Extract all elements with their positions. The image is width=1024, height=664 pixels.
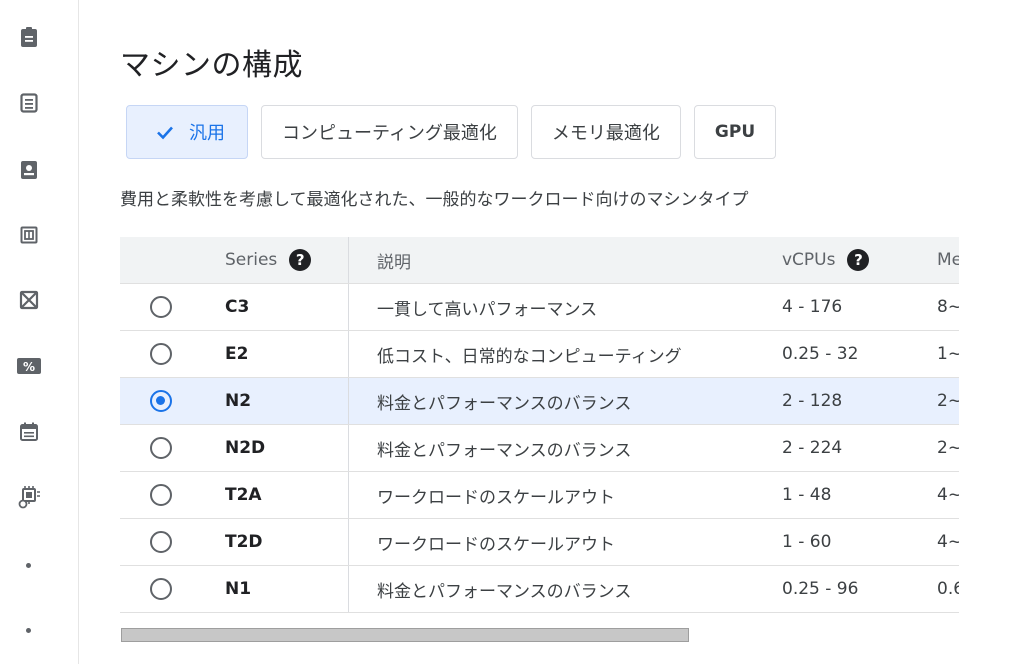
series-description: 低コスト、日常的なコンピューティング [377, 346, 682, 367]
radio-button[interactable] [150, 531, 172, 553]
series-memory: 0.6 [937, 579, 959, 599]
machine-series-table: Series ? 説明 vCPUs ? Me C3 一貫して高いパフォーマンス … [120, 237, 959, 619]
check-icon [157, 126, 173, 140]
series-vcpus: 1 - 48 [782, 485, 832, 505]
document-icon[interactable] [14, 23, 44, 53]
horizontal-scrollbar[interactable] [121, 628, 689, 642]
header-description: 説明 [377, 252, 411, 273]
column-divider [348, 519, 349, 565]
calendar-icon[interactable] [14, 417, 44, 447]
header-memory: Me [937, 250, 959, 270]
radio-button-selected[interactable] [150, 390, 172, 412]
chip-general-purpose[interactable]: 汎用 [126, 105, 248, 159]
chip-label: コンピューティング最適化 [282, 123, 497, 144]
series-vcpus: 1 - 60 [782, 532, 832, 552]
series-name: E2 [225, 344, 249, 364]
series-memory: 2~ [937, 438, 959, 458]
column-divider [348, 378, 349, 424]
header-series: Series ? [225, 237, 312, 283]
help-icon[interactable]: ? [289, 249, 312, 271]
radio-button[interactable] [150, 437, 172, 459]
series-name: N2D [225, 438, 266, 458]
column-divider [348, 472, 349, 518]
series-vcpus: 2 - 224 [782, 438, 843, 458]
table-row[interactable]: E2 低コスト、日常的なコンピューティング 0.25 - 32 1~ [120, 331, 959, 378]
page-title: マシンの構成 [120, 48, 303, 83]
table-row[interactable]: N2D 料金とパフォーマンスのバランス 2 - 224 2~ [120, 425, 959, 472]
radio-button[interactable] [150, 343, 172, 365]
series-memory: 8~ [937, 297, 959, 317]
no-image-icon[interactable] [14, 285, 44, 315]
series-memory: 4~ [937, 532, 959, 552]
table-row[interactable]: C3 一貫して高いパフォーマンス 4 - 176 8~ [120, 284, 959, 331]
table-row[interactable]: T2A ワークロードのスケールアウト 1 - 48 4~ [120, 472, 959, 519]
series-memory: 2~ [937, 391, 959, 411]
more-dot-icon[interactable] [26, 563, 31, 568]
series-description: 料金とパフォーマンスのバランス [377, 581, 632, 602]
series-name: T2A [225, 485, 262, 505]
series-description: 料金とパフォーマンスのバランス [377, 440, 632, 461]
series-name: C3 [225, 297, 250, 317]
series-vcpus: 0.25 - 32 [782, 344, 859, 364]
family-description: 費用と柔軟性を考慮して最適化された、一般的なワークロード向けのマシンタイプ [120, 190, 749, 210]
list-document-icon[interactable] [14, 88, 44, 118]
chip-memory-optimized[interactable]: メモリ最適化 [530, 105, 681, 159]
series-vcpus: 4 - 176 [782, 297, 843, 317]
series-vcpus: 2 - 128 [782, 391, 843, 411]
series-name: T2D [225, 532, 263, 552]
badge-icon[interactable] [14, 155, 44, 185]
column-divider [348, 284, 349, 330]
chip-gear-icon[interactable] [14, 482, 44, 512]
column-divider [348, 237, 349, 283]
column-divider [348, 566, 349, 612]
series-description: ワークロードのスケールアウト [377, 534, 615, 555]
series-description: 料金とパフォーマンスのバランス [377, 393, 632, 414]
more-dot-icon[interactable] [26, 628, 31, 633]
series-description: 一貫して高いパフォーマンス [377, 299, 598, 320]
svg-text:%: % [23, 360, 35, 374]
chip-compute-optimized[interactable]: コンピューティング最適化 [261, 105, 518, 159]
series-name: N1 [225, 579, 252, 599]
radio-button[interactable] [150, 296, 172, 318]
series-memory: 4~ [937, 485, 959, 505]
machine-family-chips: 汎用 コンピューティング最適化 メモリ最適化 GPU [126, 105, 777, 159]
percent-tag-icon[interactable]: % [14, 351, 44, 381]
chip-gpu[interactable]: GPU [693, 105, 777, 159]
grid-box-icon[interactable] [14, 220, 44, 250]
left-nav-rail: % [0, 0, 79, 664]
chip-label: メモリ最適化 [551, 123, 660, 144]
table-header-row: Series ? 説明 vCPUs ? Me [120, 237, 959, 284]
series-name: N2 [225, 391, 252, 411]
header-vcpus-label: vCPUs [782, 250, 836, 270]
chip-label: GPU [714, 122, 756, 142]
column-divider [348, 331, 349, 377]
table-row[interactable]: N2 料金とパフォーマンスのバランス 2 - 128 2~ [120, 378, 959, 425]
radio-button[interactable] [150, 578, 172, 600]
chip-label: 汎用 [189, 123, 225, 144]
header-series-label: Series [225, 250, 278, 270]
table-row[interactable]: T2D ワークロードのスケールアウト 1 - 60 4~ [120, 519, 959, 566]
series-description: ワークロードのスケールアウト [377, 487, 615, 508]
header-vcpus: vCPUs ? [782, 237, 870, 283]
table-row[interactable]: N1 料金とパフォーマンスのバランス 0.25 - 96 0.6 [120, 566, 959, 613]
help-icon[interactable]: ? [847, 249, 870, 271]
series-memory: 1~ [937, 344, 959, 364]
radio-button[interactable] [150, 484, 172, 506]
series-vcpus: 0.25 - 96 [782, 579, 859, 599]
column-divider [348, 425, 349, 471]
